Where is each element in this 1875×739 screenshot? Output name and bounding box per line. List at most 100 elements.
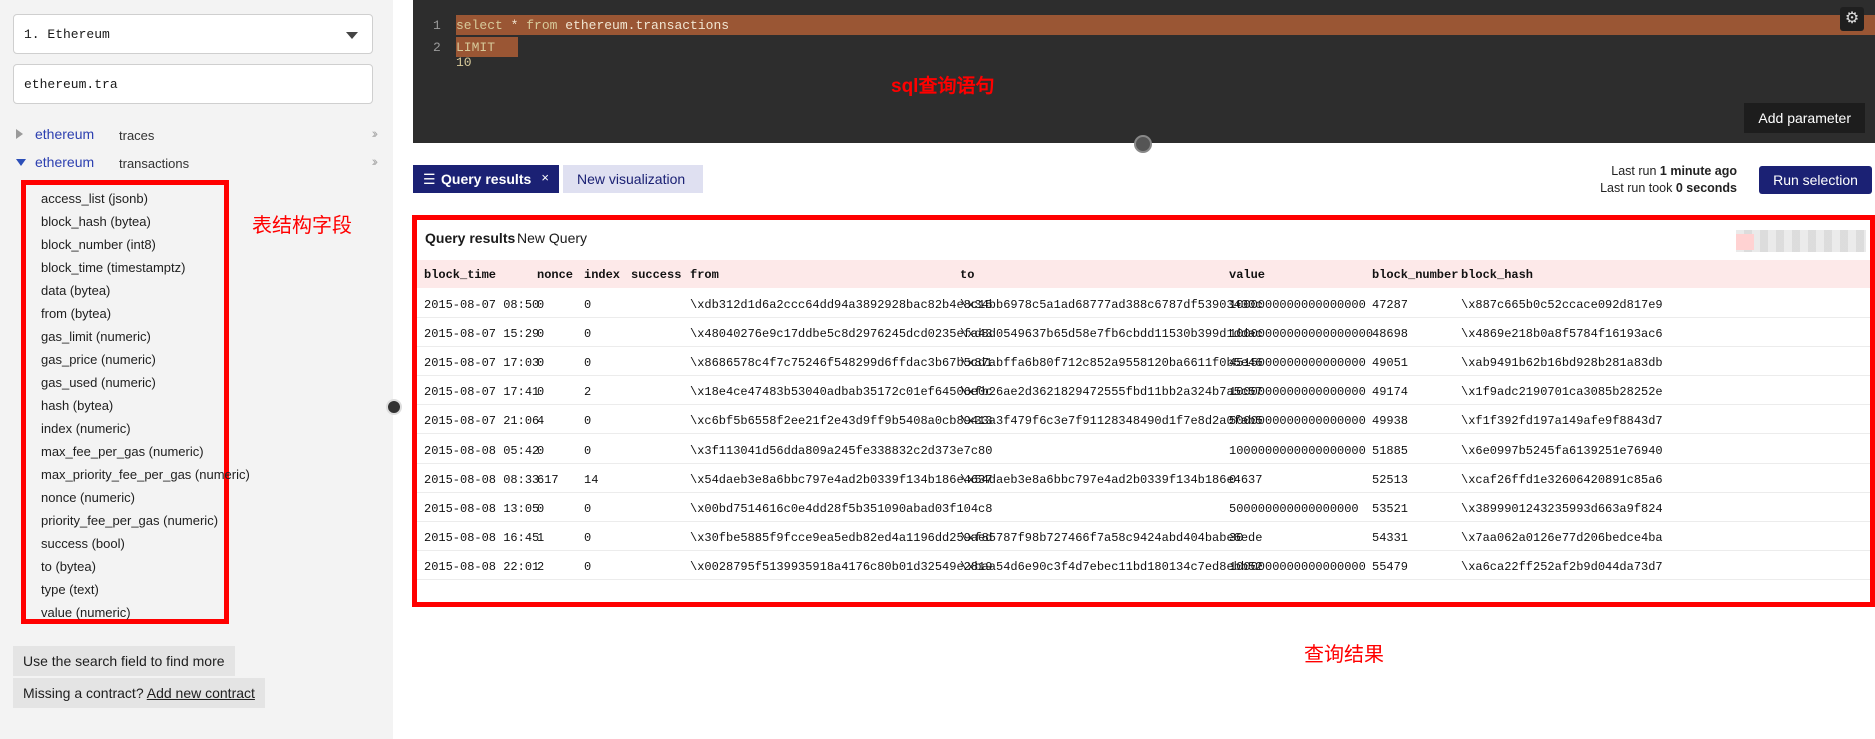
table-cell: \x54daeb3e8a6bbc797e4ad2b0339f134b186e46… — [960, 472, 1263, 487]
table-cell: 49174 — [1372, 385, 1409, 400]
column-header[interactable]: from — [690, 268, 719, 282]
table-cell: 14 — [584, 472, 599, 487]
field-item[interactable]: block_time (timestamptz) — [41, 260, 185, 275]
tab-query-results[interactable]: ☰ Query results × — [413, 165, 559, 193]
sql-text: * — [502, 18, 527, 33]
field-item[interactable]: data (bytea) — [41, 283, 110, 298]
table-cell: 500000000000000000 — [1229, 501, 1359, 516]
table-row[interactable]: 2015-08-07 08:50 0 0 \xdb312d1d6a2ccc64dd94… — [417, 289, 1870, 318]
field-item[interactable]: success (bool) — [41, 536, 125, 551]
close-icon[interactable]: × — [541, 170, 549, 185]
column-header[interactable]: block_number — [1372, 268, 1458, 282]
table-cell: 2 — [584, 385, 592, 400]
table-row[interactable]: 2015-08-07 21:06 4 0 \xc6bf5b6558f2ee21f2e4… — [417, 405, 1870, 435]
run-selection-button[interactable]: Run selection — [1759, 166, 1872, 194]
table-row[interactable]: 2015-08-08 22:01 2 0 \x0028795f5139935918a4… — [417, 551, 1870, 580]
sql-editor[interactable]: 1 select * from ethereum.transactions 2 … — [413, 0, 1875, 143]
table-row[interactable]: 2015-08-08 05:42 0 0 \x3f113041d56dda809a24… — [417, 435, 1870, 464]
column-header[interactable]: block_hash — [1461, 268, 1533, 282]
table-cell: \xab9491b62b16bd928b281a83db — [1461, 356, 1663, 371]
table-cell: 0 — [584, 501, 592, 516]
table-cell: 1000000000000000000 — [1229, 385, 1366, 400]
code-line[interactable]: select * from ethereum.transactions — [456, 15, 1875, 35]
editor-resize-handle[interactable] — [1134, 135, 1152, 153]
tree-item-traces[interactable]: ethereum traces ›› — [13, 124, 379, 146]
table-row[interactable]: 2015-08-08 08:33 617 14 \x54daeb3e8a6bbc797… — [417, 464, 1870, 493]
table-row[interactable]: 2015-08-08 16:45 1 0 \x30fbe5885f9fcce9ea5e… — [417, 522, 1870, 551]
table-cell: 2015-08-07 15:29 — [424, 327, 540, 342]
sql-keyword: select — [456, 18, 503, 33]
column-header[interactable]: nonce — [537, 268, 573, 282]
table-cell: 51885 — [1372, 443, 1409, 458]
missing-contract-hint: Missing a contract? Add new contract — [13, 678, 265, 708]
table-row[interactable]: 2015-08-08 13:05 0 0 \x00bd7514616c0e4dd28f… — [417, 493, 1870, 522]
field-item[interactable]: value (numeric) — [41, 605, 131, 620]
column-header[interactable]: success — [631, 268, 681, 282]
table-cell: \x8686578c4f7c75246f548299d6ffdac3b67b5c… — [690, 356, 993, 371]
table-cell: 2015-08-08 13:05 — [424, 501, 540, 516]
table-cell: \x18e4ce47483b53040adbab35172c01ef64506e… — [690, 385, 993, 400]
dataset-select[interactable]: 1. Ethereum — [13, 14, 373, 54]
field-item[interactable]: max_fee_per_gas (numeric) — [41, 444, 204, 459]
table-cell: 2015-08-08 16:45 — [424, 530, 540, 545]
column-header[interactable]: index — [584, 268, 620, 282]
table-cell: \x887c665b0c52ccace092d817e9 — [1461, 298, 1663, 312]
field-item[interactable]: max_priority_fee_per_gas (numeric) — [41, 467, 250, 482]
field-item[interactable]: gas_used (numeric) — [41, 375, 156, 390]
table-cell: 55479 — [1372, 559, 1409, 574]
sql-keyword: from — [526, 18, 558, 33]
search-hint: Use the search field to find more — [13, 646, 235, 676]
fields-highlight-box: access_list (jsonb) block_hash (bytea) b… — [21, 180, 250, 624]
caret-down-icon[interactable] — [16, 159, 26, 166]
field-item[interactable]: nonce (numeric) — [41, 490, 135, 505]
add-parameter-button[interactable]: Add parameter — [1744, 103, 1865, 133]
column-header[interactable]: block_time — [424, 268, 496, 282]
table-cell: 10000000000000000000 — [1229, 327, 1374, 342]
field-item[interactable]: index (numeric) — [41, 421, 131, 436]
field-item[interactable]: gas_price (numeric) — [41, 352, 156, 367]
missing-contract-text: Missing a contract? — [23, 685, 144, 701]
double-chevron-right-icon[interactable]: ›› — [372, 153, 379, 169]
table-cell: 0 — [584, 327, 592, 342]
table-row[interactable]: 2015-08-07 15:29 0 0 \x48040276e9c17ddbe5c8… — [417, 318, 1870, 348]
double-chevron-right-icon[interactable]: ›› — [372, 125, 379, 141]
column-header[interactable]: value — [1229, 268, 1265, 282]
table-cell: 0 — [537, 327, 545, 342]
field-item[interactable]: block_hash (bytea) — [41, 214, 151, 229]
results-annotation: 查询结果 — [1304, 644, 1384, 666]
schema-sidebar: 1. Ethereum ethereum.tra ethereum traces… — [0, 0, 393, 739]
sql-text: ethereum.transactions — [557, 18, 730, 33]
field-item[interactable]: gas_limit (numeric) — [41, 329, 151, 344]
table-cell: 0 — [537, 298, 545, 312]
sidebar-resize-handle[interactable] — [386, 399, 402, 415]
table-cell: \x7aa062a0126e77d206bedce4ba — [1461, 530, 1663, 545]
field-item[interactable]: from (bytea) — [41, 306, 111, 321]
field-item[interactable]: to (bytea) — [41, 559, 96, 574]
field-item[interactable]: hash (bytea) — [41, 398, 113, 413]
tree-item-transactions[interactable]: ethereum transactions ›› — [13, 152, 379, 174]
add-new-contract-link[interactable]: Add new contract — [147, 685, 255, 701]
table-row[interactable]: 2015-08-07 17:03 0 0 \x8686578c4f7c75246f54… — [417, 347, 1870, 377]
table-cell: 1000000000000000000 — [1229, 298, 1366, 312]
table-cell: 0 — [537, 501, 545, 516]
table-cell: 2015-08-07 17:03 — [424, 356, 540, 371]
table-cell: \x30fbe5885f9fcce9ea5edb82ed4a1196dd259a… — [690, 530, 993, 545]
table-row[interactable]: 2015-08-07 17:41 0 2 \x18e4ce47483b53040adb… — [417, 376, 1870, 406]
caret-right-icon[interactable] — [16, 129, 23, 139]
field-item[interactable]: priority_fee_per_gas (numeric) — [41, 513, 218, 528]
tab-new-visualization[interactable]: New visualization — [563, 165, 703, 193]
table-cell: 49938 — [1372, 414, 1409, 429]
gear-icon[interactable]: ⚙ — [1840, 7, 1864, 31]
table-cell: 2015-08-07 08:50 — [424, 298, 540, 312]
field-item[interactable]: access_list (jsonb) — [41, 191, 148, 206]
column-header[interactable]: to — [960, 268, 974, 282]
field-item[interactable]: block_number (int8) — [41, 237, 156, 252]
table-search-input[interactable]: ethereum.tra — [13, 64, 373, 104]
table-cell: \xd8d0549637b65d58e7fb6cbdd11530b399d1dd… — [960, 327, 1263, 342]
pixelated-watermark — [1736, 230, 1866, 252]
table-cell: 617 — [537, 472, 559, 487]
field-item[interactable]: type (text) — [41, 582, 99, 597]
table-cell: 2015-08-07 21:06 — [424, 414, 540, 429]
code-line[interactable]: LIMIT 10 — [456, 37, 518, 70]
line-number: 2 — [433, 40, 441, 55]
